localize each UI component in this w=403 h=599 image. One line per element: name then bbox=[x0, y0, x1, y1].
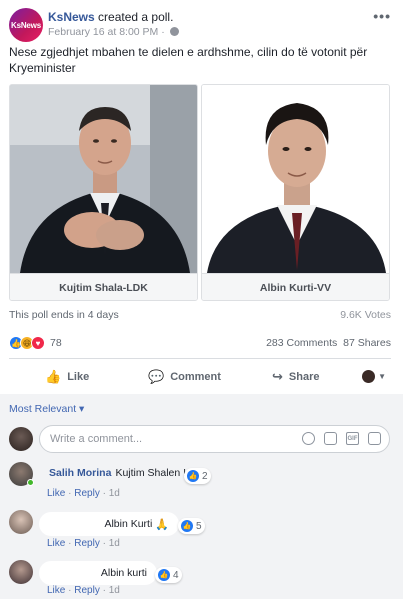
comment-time[interactable]: 1d bbox=[109, 488, 120, 499]
comment-time[interactable]: 1d bbox=[109, 585, 120, 596]
post-text: Nese zgjedhjet mbahen te dielen e ardhsh… bbox=[9, 45, 368, 75]
chevron-down-icon: ▼ bbox=[378, 372, 386, 381]
facebook-post: KsNews KsNews created a poll. February 1… bbox=[0, 0, 403, 599]
share-arrow-icon: ↪ bbox=[272, 369, 283, 384]
poll-ends-text: This poll ends in 4 days bbox=[9, 309, 119, 321]
comment-reaction-count: 2 bbox=[202, 470, 208, 482]
folded-hands-icon: 🙏 bbox=[155, 518, 169, 531]
page-avatar[interactable]: KsNews bbox=[9, 8, 43, 42]
comment-bubble: Albin Kurti 🙏 bbox=[39, 512, 179, 536]
sticker-icon[interactable] bbox=[368, 432, 381, 445]
share-button-label: Share bbox=[288, 371, 320, 383]
comment-reactions[interactable]: 👍 2 bbox=[184, 468, 211, 484]
poll-option-1-photo bbox=[10, 85, 197, 273]
share-button[interactable]: ↪ Share bbox=[272, 368, 319, 386]
comment-reply-link[interactable]: Reply bbox=[74, 538, 100, 549]
comment-text: Albin kurti bbox=[100, 567, 147, 579]
comments-shares-count: 283 Comments 87 Shares bbox=[266, 337, 391, 349]
like-button[interactable]: 👍 Like bbox=[45, 368, 89, 386]
like-reaction-icon: 👍 bbox=[181, 520, 193, 532]
post-action-text: created a poll. bbox=[94, 10, 174, 24]
avatar[interactable] bbox=[9, 560, 33, 584]
comment-text: Kujtim Shalen ! bbox=[115, 467, 187, 479]
comment-reply-link[interactable]: Reply bbox=[74, 488, 100, 499]
comment-time[interactable]: 1d bbox=[109, 538, 120, 549]
comment-reactions[interactable]: 👍 4 bbox=[155, 567, 182, 583]
comment-author[interactable]: Salih Morina bbox=[49, 467, 111, 479]
page-name-link[interactable]: KsNews bbox=[48, 10, 95, 24]
avatar[interactable] bbox=[9, 510, 33, 534]
post-meta: February 16 at 8:00 PM · bbox=[48, 26, 179, 38]
comment-button[interactable]: 💬 Comment bbox=[148, 368, 221, 386]
reaction-count[interactable]: 78 bbox=[50, 337, 62, 349]
poll-votes-count[interactable]: 9.6K Votes bbox=[340, 309, 391, 321]
meta-separator: · bbox=[158, 26, 168, 38]
poll-option-1[interactable]: Kujtim Shala-LDK bbox=[9, 84, 198, 301]
comment-box-icons: GIF bbox=[293, 432, 381, 445]
avatar bbox=[362, 370, 376, 383]
page-avatar-label: KsNews bbox=[11, 20, 41, 30]
thumbs-up-icon: 👍 bbox=[45, 369, 62, 384]
comment-like-link[interactable]: Like bbox=[47, 488, 65, 499]
poll-option-2[interactable]: Albin Kurti-VV bbox=[201, 84, 390, 301]
comment-like-link[interactable]: Like bbox=[47, 538, 65, 549]
comment-actions: Like · Reply · 1d bbox=[47, 538, 120, 549]
poll-option-1-label: Kujtim Shala-LDK bbox=[10, 273, 197, 300]
comment-reactions[interactable]: 👍 5 bbox=[178, 518, 205, 534]
reactions-summary: 👍 😆 ♥ 78 283 Comments 87 Shares bbox=[9, 334, 391, 352]
divider bbox=[9, 358, 391, 359]
comment-bubble: Albin kurti bbox=[39, 561, 157, 585]
comment-reaction-count: 4 bbox=[173, 569, 179, 581]
emoji-icon[interactable] bbox=[302, 432, 315, 445]
shares-count[interactable]: 87 Shares bbox=[343, 337, 391, 349]
camera-icon[interactable] bbox=[324, 432, 337, 445]
comment-reply-link[interactable]: Reply bbox=[74, 585, 100, 596]
globe-icon[interactable] bbox=[169, 27, 179, 36]
comment-button-label: Comment bbox=[170, 371, 221, 383]
comment-text: Albin Kurti bbox=[104, 518, 153, 530]
gif-icon[interactable]: GIF bbox=[346, 432, 359, 445]
like-reaction-icon: 👍 bbox=[158, 569, 170, 581]
like-reaction-icon: 👍 bbox=[187, 470, 199, 482]
post-header: KsNews created a poll. bbox=[48, 10, 173, 24]
like-button-label: Like bbox=[67, 371, 90, 383]
comment-box[interactable]: GIF bbox=[39, 425, 390, 453]
comment-reaction-count: 5 bbox=[196, 520, 202, 532]
comment-actions: Like · Reply · 1d bbox=[47, 585, 120, 596]
react-as-selector[interactable]: ▼ bbox=[362, 370, 386, 383]
avatar bbox=[9, 427, 33, 451]
comment-actions: Like · Reply · 1d bbox=[47, 488, 120, 499]
comment-bubble: Salih Morina Kujtim Shalen ! bbox=[39, 461, 197, 485]
more-options-icon[interactable]: ••• bbox=[373, 8, 391, 24]
comment-bubble-icon: 💬 bbox=[148, 369, 165, 384]
comment-sort-dropdown[interactable]: Most Relevant ▾ bbox=[9, 403, 84, 415]
comments-count[interactable]: 283 Comments bbox=[266, 337, 337, 349]
comment-input[interactable] bbox=[50, 431, 280, 447]
online-status-indicator bbox=[27, 479, 34, 486]
comment-like-link[interactable]: Like bbox=[47, 585, 65, 596]
poll-option-2-photo bbox=[202, 85, 389, 273]
love-reaction-icon: ♥ bbox=[31, 336, 45, 350]
post-timestamp[interactable]: February 16 at 8:00 PM bbox=[48, 26, 158, 38]
poll-option-2-label: Albin Kurti-VV bbox=[202, 273, 389, 300]
